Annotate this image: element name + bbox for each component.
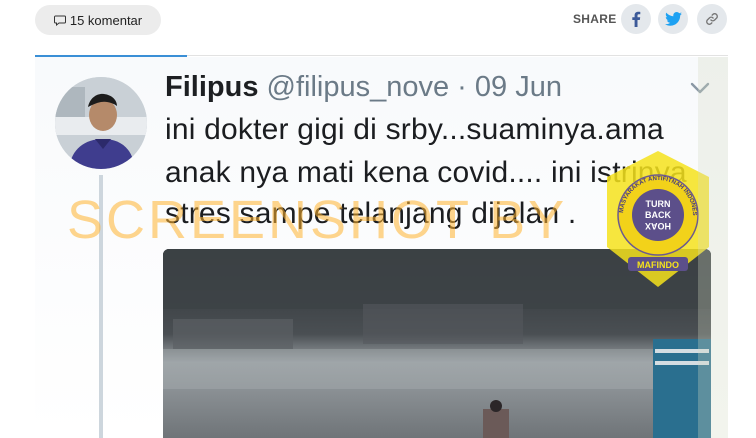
svg-text:HOAX: HOAX [645,221,671,231]
tweet-screenshot-image: Filipus @filipus_nove · 09 Jun ini dokte… [35,57,728,438]
tweet-header: Filipus @filipus_nove · 09 Jun [165,71,562,104]
comments-count-label: 15 komentar [69,12,143,28]
tweet-text-line: ini dokter gigi di srby...suaminya.ama [165,113,664,146]
avatar [55,77,147,169]
copy-link-button[interactable] [697,4,727,34]
link-icon [706,13,718,25]
share-facebook-button[interactable] [621,4,651,34]
watermark-text: SCREENSHOT BY [67,190,568,250]
svg-text:TURN: TURN [646,199,671,209]
facebook-icon [632,11,641,27]
right-edge-tint [698,57,728,438]
tweet-handle-date: @filipus_nove · 09 Jun [258,71,562,103]
mafindo-badge-logo: TURN BACK HOAX MASYARAKAT ANTIFITNAH IND… [603,149,709,287]
share-label: SHARE [573,12,617,26]
tweet-username: Filipus [165,71,259,103]
comment-bubble-icon [53,15,66,26]
twitter-icon [664,12,682,26]
avatar-photo [55,77,147,169]
comments-button[interactable]: 15 komentar [35,5,161,35]
svg-text:MAFINDO: MAFINDO [637,260,679,270]
svg-text:BACK: BACK [645,210,671,220]
share-twitter-button[interactable] [658,4,688,34]
